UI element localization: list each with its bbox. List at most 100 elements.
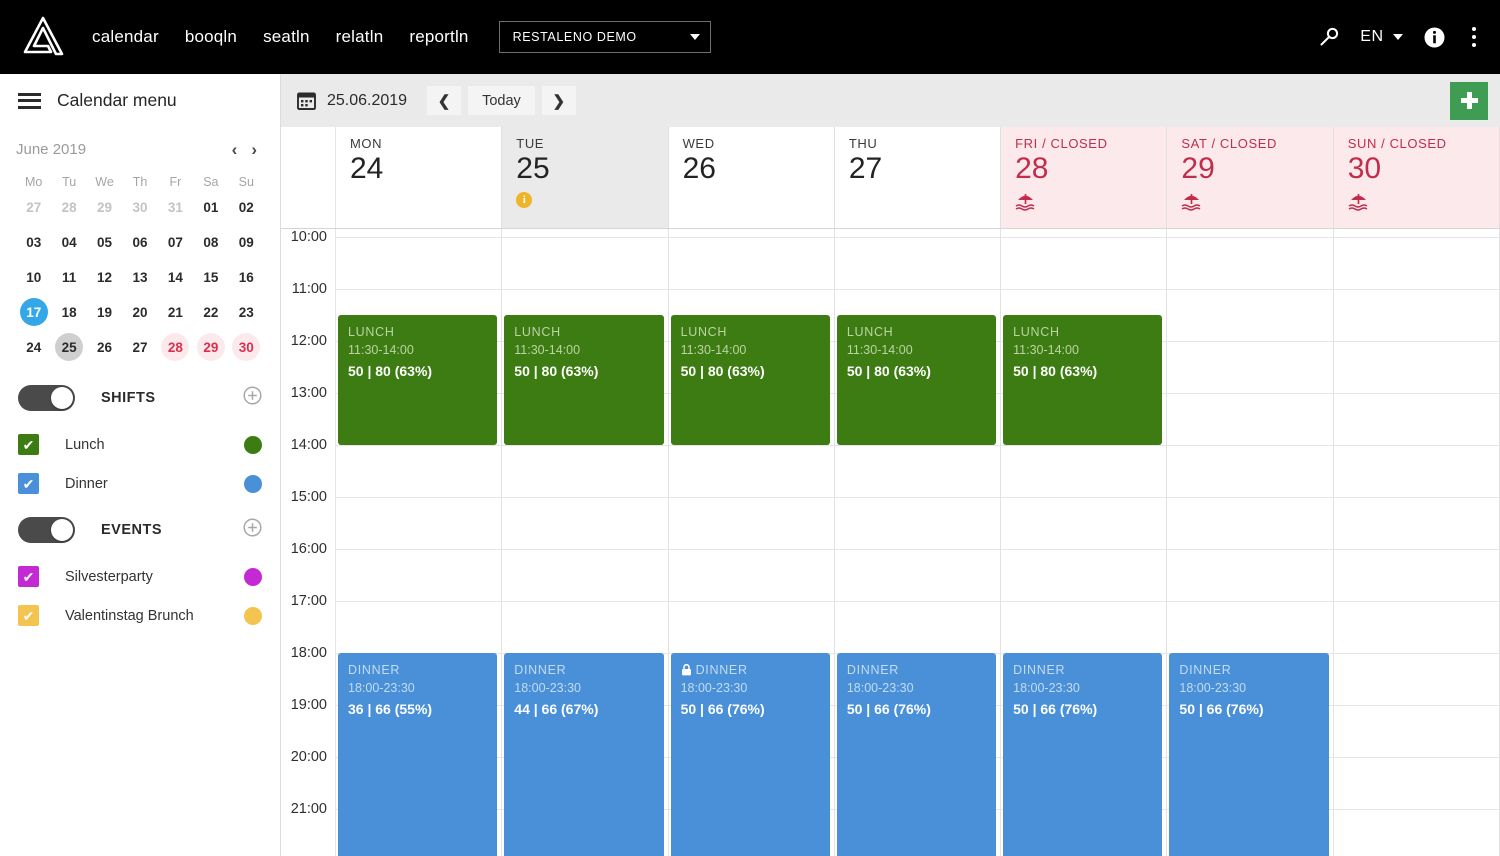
day-column[interactable]: LUNCH 11:30-14:00 50 | 80 (63%) DINNER 18:00… bbox=[834, 229, 1002, 856]
add-shifts-icon[interactable] bbox=[243, 386, 262, 410]
filter-toggle-events[interactable] bbox=[18, 517, 75, 543]
nav-link-relatln[interactable]: relatln bbox=[336, 27, 384, 47]
day-column[interactable]: LUNCH 11:30-14:00 50 | 80 (63%) DINNER 18:00… bbox=[336, 229, 503, 856]
filter-checkbox[interactable]: ✔ bbox=[18, 566, 39, 587]
calendar-event-lunch[interactable]: LUNCH 11:30-14:00 50 | 80 (63%) bbox=[670, 315, 830, 445]
day-column[interactable] bbox=[1333, 229, 1500, 856]
day-info-icon[interactable]: i bbox=[516, 191, 533, 208]
filter-toggle-shifts[interactable] bbox=[18, 385, 75, 411]
mini-calendar-day[interactable]: 26 bbox=[87, 333, 122, 361]
event-stats: 50 | 80 (63%) bbox=[680, 363, 765, 380]
mini-calendar-day[interactable]: 03 bbox=[16, 228, 51, 256]
venue-selector[interactable]: RESTALENO DEMO bbox=[498, 21, 711, 53]
mini-calendar-day[interactable]: 30 bbox=[229, 333, 264, 361]
calendar-event-dinner[interactable]: DINNER 18:00-23:30 50 | 66 (76%) bbox=[836, 653, 997, 856]
day-header[interactable]: SUN / CLOSED 30 bbox=[1333, 127, 1500, 228]
nav-link-reportln[interactable]: reportln bbox=[409, 27, 468, 47]
mini-calendar-day[interactable]: 23 bbox=[229, 298, 264, 326]
mini-calendar-day[interactable]: 21 bbox=[158, 298, 193, 326]
mini-calendar-day[interactable]: 30 bbox=[122, 193, 157, 221]
mini-calendar-day[interactable]: 29 bbox=[87, 193, 122, 221]
mini-calendar-day[interactable]: 12 bbox=[87, 263, 122, 291]
mini-calendar-day[interactable]: 28 bbox=[51, 193, 86, 221]
grid-line bbox=[1001, 237, 1167, 238]
mini-calendar-day[interactable]: 08 bbox=[193, 228, 228, 256]
mini-calendar-day[interactable]: 09 bbox=[229, 228, 264, 256]
mini-calendar-day[interactable]: 18 bbox=[51, 298, 86, 326]
language-selector[interactable]: EN bbox=[1360, 28, 1403, 46]
calendar-event-dinner[interactable]: DINNER 18:00-23:30 50 | 66 (76%) bbox=[670, 653, 830, 856]
calendar-event-dinner[interactable]: DINNER 18:00-23:30 50 | 66 (76%) bbox=[1003, 653, 1163, 856]
day-header[interactable]: TUE 25 i bbox=[502, 127, 669, 228]
mini-calendar-day[interactable]: 01 bbox=[193, 193, 228, 221]
calendar-event-dinner[interactable]: DINNER 18:00-23:30 44 | 66 (67%) bbox=[504, 653, 664, 856]
filter-row[interactable]: ✔ Lunch bbox=[18, 425, 262, 464]
mini-calendar-day[interactable]: 10 bbox=[16, 263, 51, 291]
mini-calendar-day[interactable]: 27 bbox=[16, 193, 51, 221]
day-name: THU bbox=[848, 136, 878, 151]
mini-calendar-day[interactable]: 13 bbox=[122, 263, 157, 291]
filter-checkbox[interactable]: ✔ bbox=[18, 473, 39, 494]
day-header[interactable]: FRI / CLOSED 28 bbox=[1001, 127, 1168, 228]
calendar-event-lunch[interactable]: LUNCH 11:30-14:00 50 | 80 (63%) bbox=[836, 315, 997, 445]
prev-period-button[interactable]: ❮ bbox=[427, 86, 462, 115]
mini-calendar-day[interactable]: 02 bbox=[229, 193, 264, 221]
grid-line bbox=[1001, 497, 1167, 498]
mini-calendar-day[interactable]: 06 bbox=[122, 228, 157, 256]
calendar-menu-toggle[interactable]: Calendar menu bbox=[0, 74, 280, 127]
calendar-event-dinner[interactable]: DINNER 18:00-23:30 50 | 66 (76%) bbox=[1169, 653, 1329, 856]
day-column[interactable]: LUNCH 11:30-14:00 50 | 80 (63%) DINNER 18:00… bbox=[1001, 229, 1168, 856]
mini-calendar-day[interactable]: 28 bbox=[158, 333, 193, 361]
nav-link-seatln[interactable]: seatln bbox=[263, 27, 310, 47]
day-header[interactable]: SAT / CLOSED 29 bbox=[1167, 127, 1334, 228]
calendar-event-lunch[interactable]: LUNCH 11:30-14:00 50 | 80 (63%) bbox=[1003, 315, 1163, 445]
filter-row[interactable]: ✔ Dinner bbox=[18, 464, 262, 503]
filter-checkbox[interactable]: ✔ bbox=[18, 434, 39, 455]
nav-link-booqln[interactable]: booqln bbox=[185, 27, 237, 47]
day-header[interactable]: THU 27 bbox=[834, 127, 1002, 228]
filter-checkbox[interactable]: ✔ bbox=[18, 605, 39, 626]
aleno-logo[interactable] bbox=[20, 14, 66, 60]
info-icon[interactable] bbox=[1423, 26, 1446, 49]
search-icon[interactable] bbox=[1318, 26, 1340, 48]
filter-row[interactable]: ✔ Silvesterparty bbox=[18, 557, 262, 596]
day-column[interactable]: DINNER 18:00-23:30 50 | 66 (76%) bbox=[1167, 229, 1334, 856]
calendar-event-dinner[interactable]: DINNER 18:00-23:30 36 | 66 (55%) bbox=[338, 653, 498, 856]
day-column[interactable]: LUNCH 11:30-14:00 50 | 80 (63%) DINNER 18:00… bbox=[668, 229, 835, 856]
day-header[interactable]: MON 24 bbox=[336, 127, 503, 228]
mini-calendar-day[interactable]: 20 bbox=[122, 298, 157, 326]
mini-calendar-day[interactable]: 14 bbox=[158, 263, 193, 291]
mini-calendar-prev-button[interactable]: ‹ bbox=[225, 139, 245, 160]
mini-calendar-weekday: Mo bbox=[25, 175, 43, 189]
mini-calendar-day[interactable]: 11 bbox=[51, 263, 86, 291]
mini-calendar-day[interactable]: 29 bbox=[193, 333, 228, 361]
mini-calendar-day[interactable]: 16 bbox=[229, 263, 264, 291]
mini-calendar-day[interactable]: 27 bbox=[122, 333, 157, 361]
mini-calendar-day[interactable]: 24 bbox=[16, 333, 51, 361]
today-button[interactable]: Today bbox=[468, 86, 535, 115]
nav-link-calendar[interactable]: calendar bbox=[92, 27, 159, 47]
mini-calendar-day[interactable]: 22 bbox=[193, 298, 228, 326]
mini-calendar-day[interactable]: 25 bbox=[51, 333, 86, 361]
day-header[interactable]: WED 26 bbox=[668, 127, 835, 228]
mini-calendar-next-button[interactable]: › bbox=[244, 139, 264, 160]
next-period-button[interactable]: ❯ bbox=[541, 86, 576, 115]
mini-calendar-day[interactable]: 15 bbox=[193, 263, 228, 291]
day-name: TUE bbox=[516, 136, 545, 151]
day-column[interactable]: LUNCH 11:30-14:00 50 | 80 (63%) DINNER 18:00… bbox=[502, 229, 669, 856]
mini-calendar-day[interactable]: 04 bbox=[51, 228, 86, 256]
mini-calendar-day[interactable]: 31 bbox=[158, 193, 193, 221]
grid-line bbox=[668, 445, 834, 446]
mini-calendar-day[interactable]: 19 bbox=[87, 298, 122, 326]
calendar-event-lunch[interactable]: LUNCH 11:30-14:00 50 | 80 (63%) bbox=[338, 315, 498, 445]
mini-calendar-day-label: 23 bbox=[238, 304, 254, 320]
mini-calendar-day[interactable]: 07 bbox=[158, 228, 193, 256]
mini-calendar-day-label: 01 bbox=[203, 199, 219, 215]
add-reservation-button[interactable] bbox=[1450, 81, 1488, 120]
kebab-menu-icon[interactable] bbox=[1466, 25, 1483, 50]
add-events-icon[interactable] bbox=[243, 518, 262, 542]
calendar-event-lunch[interactable]: LUNCH 11:30-14:00 50 | 80 (63%) bbox=[504, 315, 664, 445]
filter-row[interactable]: ✔ Valentinstag Brunch bbox=[18, 596, 262, 635]
mini-calendar-day[interactable]: 17 bbox=[16, 298, 51, 326]
mini-calendar-day[interactable]: 05 bbox=[87, 228, 122, 256]
